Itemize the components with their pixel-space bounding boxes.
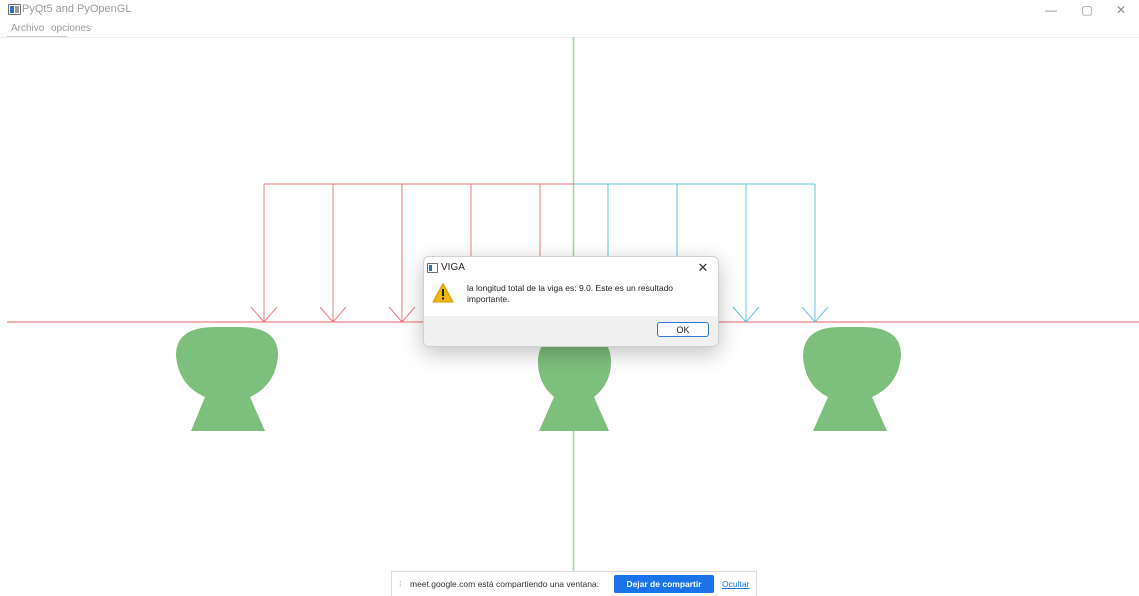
support-right (803, 327, 901, 431)
support-left (176, 327, 278, 431)
app-icon (8, 4, 21, 15)
menu-archivo[interactable]: Archivo (11, 22, 44, 36)
hide-link[interactable]: Ocultar (722, 579, 749, 589)
screen-share-bar: ⁞ meet.google.com está compartiendo una … (391, 571, 757, 596)
application-window: PyQt5 and PyOpenGL — ▢ ✕ Archivo opcione… (0, 0, 1139, 596)
warning-icon (432, 283, 454, 303)
window-title: PyQt5 and PyOpenGL (22, 3, 132, 15)
dialog-footer: OK (424, 316, 718, 346)
dialog-title-bar: VIGA ✕ (424, 257, 718, 279)
load-arrow (732, 184, 760, 323)
load-arrow (388, 184, 416, 323)
load-arrow (801, 184, 829, 323)
dialog-body: la longitud total de la viga es: 9.0. Es… (424, 279, 718, 315)
dialog-close-button[interactable]: ✕ (694, 259, 712, 277)
dialog-message: la longitud total de la viga es: 9.0. Es… (467, 283, 674, 304)
support-center (537, 333, 612, 431)
menu-opciones[interactable]: opciones (51, 22, 91, 36)
ok-button[interactable]: OK (657, 322, 709, 337)
close-window-button[interactable]: ✕ (1101, 0, 1139, 20)
dialog-app-icon (427, 263, 438, 273)
load-arrow (250, 184, 278, 323)
dialog-title: VIGA (441, 262, 465, 273)
title-bar: PyQt5 and PyOpenGL — ▢ ✕ (0, 0, 1139, 20)
menu-bar: Archivo opciones (0, 21, 1139, 38)
share-status-text: meet.google.com está compartiendo una ve… (410, 579, 600, 589)
minimize-button[interactable]: — (1031, 0, 1071, 20)
message-dialog: VIGA ✕ la longitud total de la viga es: … (423, 256, 719, 347)
stop-sharing-button[interactable]: Dejar de compartir (614, 575, 714, 593)
load-arrow (319, 184, 347, 323)
drag-handle-icon[interactable]: ⁞ (399, 579, 402, 589)
